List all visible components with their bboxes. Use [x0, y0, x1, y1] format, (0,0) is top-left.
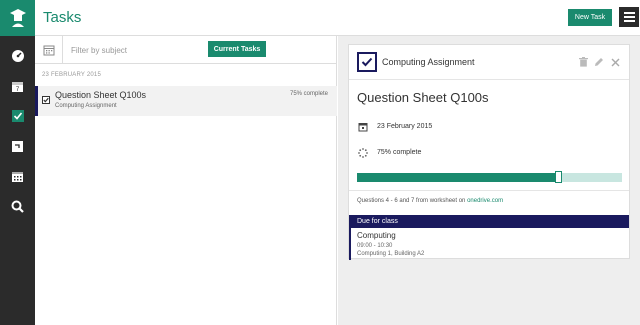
task-checkbox[interactable]	[42, 96, 50, 104]
search-icon	[11, 200, 24, 213]
top-bar: Tasks New Task	[35, 0, 640, 36]
close-icon	[611, 58, 619, 66]
progress-slider-handle[interactable]	[555, 171, 562, 183]
dashboard-icon	[11, 50, 24, 62]
due-for-class-heading: Due for class	[349, 215, 629, 228]
nav-timetable[interactable]	[0, 162, 35, 190]
onedrive-link[interactable]: onedrive.com	[467, 198, 503, 204]
date-filter-button[interactable]	[35, 36, 63, 64]
check-icon	[361, 57, 373, 67]
timetable-icon	[12, 171, 23, 182]
due-class-entry[interactable]: Computing 09:00 - 10:30 Computing 1, Bui…	[349, 228, 629, 260]
edit-button[interactable]	[594, 57, 604, 67]
task-list-item[interactable]: Question Sheet Q100s Computing Assignmen…	[35, 86, 337, 116]
task-list-panel: Current Tasks 23 FEBRUARY 2015 Question …	[35, 36, 337, 325]
progress-slider[interactable]	[357, 171, 622, 183]
due-date-text: 23 February 2015	[377, 123, 433, 130]
progress-spinner	[358, 148, 368, 158]
trash-icon	[578, 57, 588, 67]
nav-calendar-day[interactable]: 7	[0, 72, 35, 100]
class-location: Computing 1, Building A2	[357, 251, 425, 257]
calendar-icon	[43, 45, 54, 56]
hamburger-icon	[623, 12, 635, 14]
sidebar: 7	[0, 0, 35, 325]
progress-fill	[357, 173, 558, 182]
subject-filter-input[interactable]	[71, 43, 191, 57]
current-tasks-button[interactable]: Current Tasks	[208, 41, 266, 57]
card-header: Computing Assignment	[349, 45, 629, 80]
task-title: Question Sheet Q100s	[55, 90, 147, 100]
check-square-icon	[11, 110, 24, 122]
app-logo[interactable]	[0, 0, 35, 36]
calendar-day-icon: 7	[12, 81, 23, 93]
nav-notes[interactable]	[0, 132, 35, 160]
progress-text: 75% complete	[377, 149, 422, 156]
note-text: Questions 4 - 6 and 7 from worksheet on	[357, 198, 466, 204]
task-detail-area: Computing Assignment Question Sheet Q100…	[338, 36, 640, 325]
filter-bar: Current Tasks	[35, 36, 337, 64]
task-subject: Computing Assignment	[55, 103, 117, 109]
task-detail-title: Question Sheet Q100s	[357, 90, 489, 105]
menu-button[interactable]	[619, 7, 639, 27]
pencil-icon	[595, 58, 603, 66]
nav-dashboard[interactable]	[0, 42, 35, 70]
calendar-icon	[358, 123, 368, 132]
class-time: 09:00 - 10:30	[357, 243, 393, 249]
note-icon	[12, 140, 23, 152]
nav-search[interactable]	[0, 192, 35, 220]
graduate-logo-icon	[9, 9, 26, 27]
task-notes: Questions 4 - 6 and 7 from worksheet on …	[357, 198, 503, 204]
date-group-heading: 23 FEBRUARY 2015	[42, 72, 102, 78]
close-button[interactable]	[610, 57, 620, 67]
complete-checkbox[interactable]	[357, 52, 377, 72]
nav-tasks[interactable]	[0, 102, 35, 130]
task-detail-card: Computing Assignment Question Sheet Q100…	[348, 44, 630, 260]
card-subject: Computing Assignment	[382, 57, 475, 67]
divider	[349, 190, 629, 191]
class-name: Computing	[357, 231, 396, 240]
checked-box-icon	[42, 96, 50, 104]
page-title: Tasks	[43, 9, 82, 26]
task-progress-text: 75% complete	[290, 91, 329, 97]
spinner-icon	[358, 148, 368, 158]
due-date-calendar-icon	[358, 122, 368, 132]
delete-button[interactable]	[578, 57, 588, 67]
new-task-button[interactable]: New Task	[568, 9, 612, 26]
